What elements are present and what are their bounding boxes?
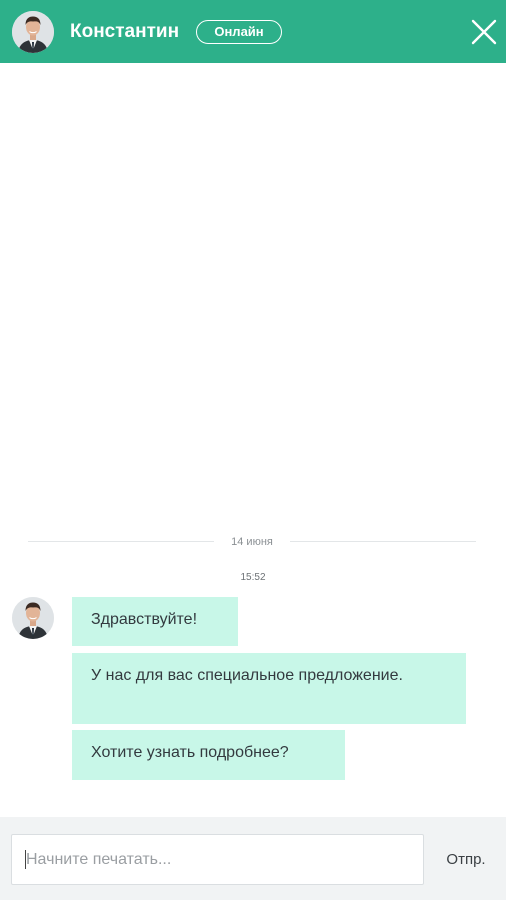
message-input[interactable] bbox=[11, 834, 424, 885]
message-composer: Отпр. bbox=[0, 817, 506, 900]
agent-name: Константин bbox=[70, 21, 180, 42]
divider-line-right bbox=[290, 541, 476, 542]
close-button[interactable] bbox=[471, 19, 497, 45]
text-caret bbox=[25, 850, 26, 869]
agent-avatar-image bbox=[12, 597, 54, 639]
message-bubble: Хотите узнать подробнее? bbox=[72, 730, 345, 780]
agent-avatar-image bbox=[12, 11, 54, 53]
date-label: 14 июня bbox=[231, 536, 273, 548]
date-divider: 14 июня bbox=[28, 532, 476, 552]
message-bubble: У нас для вас специальное предложение. bbox=[72, 653, 466, 724]
chat-header: Константин Онлайн bbox=[0, 0, 506, 63]
chat-widget: Константин Онлайн 14 июня 15:52 Здравств… bbox=[0, 0, 506, 900]
send-button[interactable]: Отпр. bbox=[434, 834, 498, 885]
message-sender-avatar bbox=[12, 597, 54, 639]
agent-avatar bbox=[12, 11, 54, 53]
message-bubble: Здравствуйте! bbox=[72, 597, 238, 646]
close-icon bbox=[471, 19, 497, 45]
online-status-badge: Онлайн bbox=[196, 20, 282, 44]
message-time: 15:52 bbox=[240, 572, 266, 583]
